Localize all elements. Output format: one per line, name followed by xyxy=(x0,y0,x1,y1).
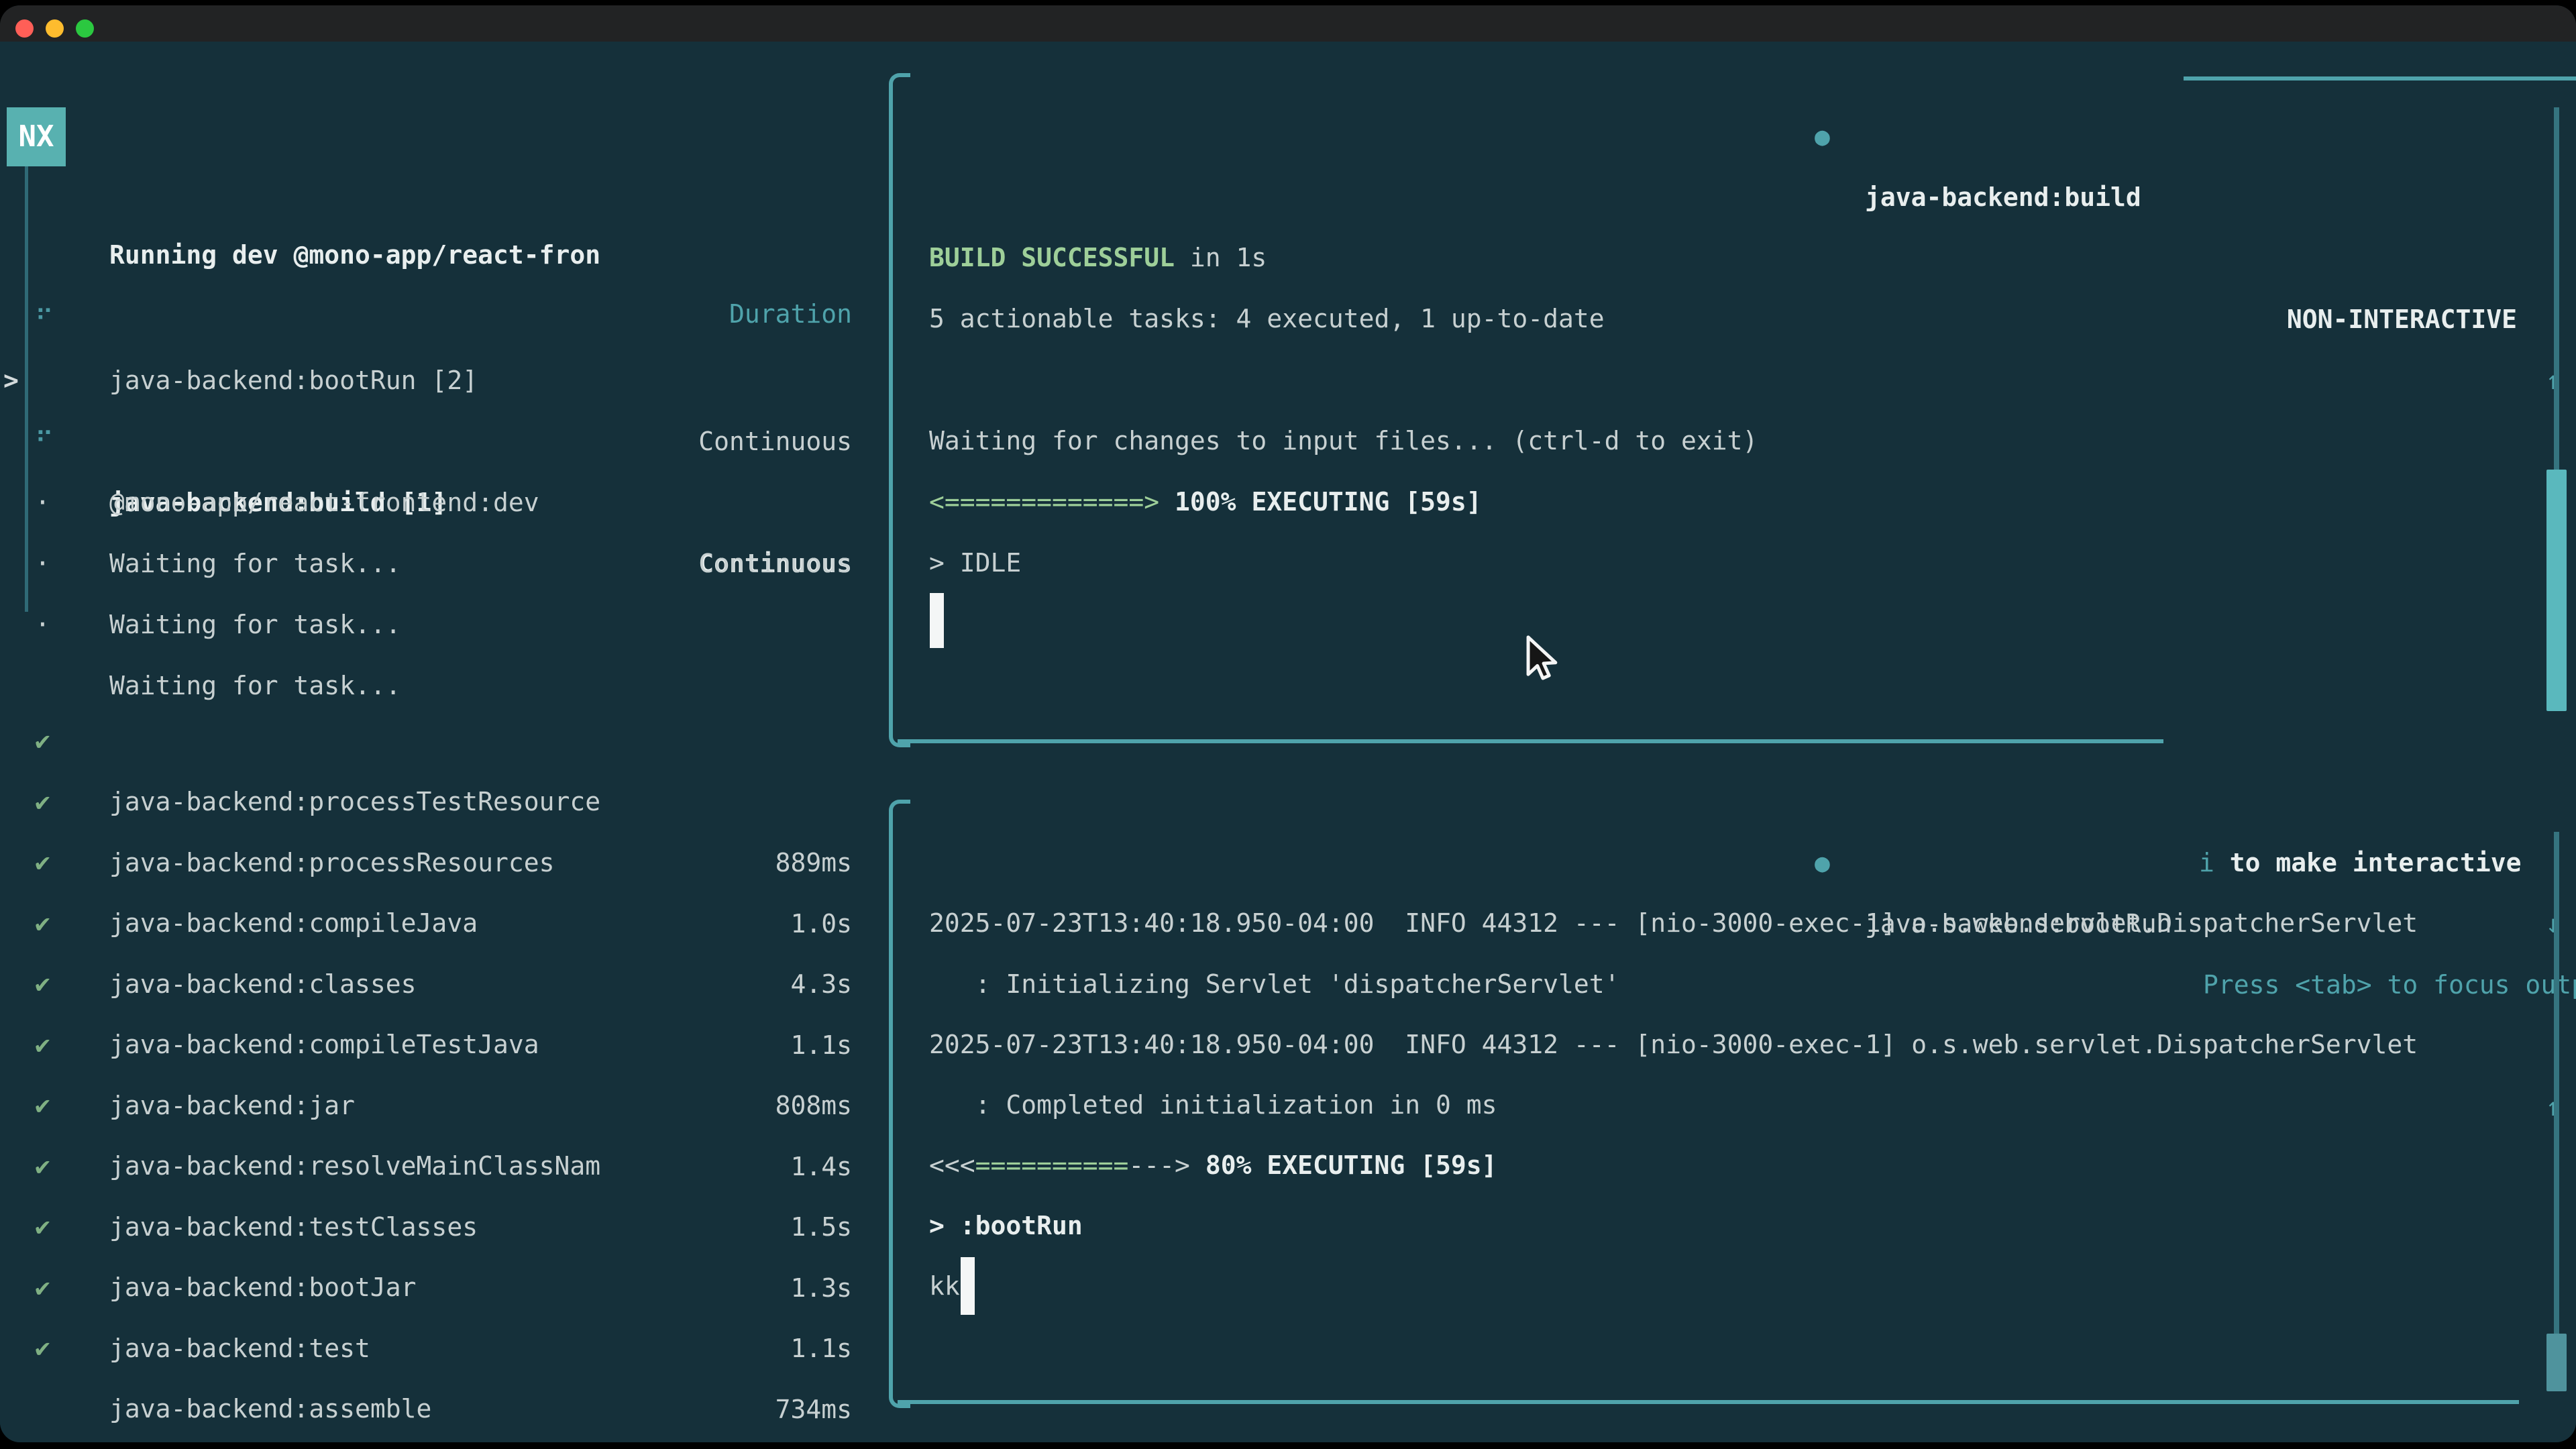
text-cursor xyxy=(961,1257,975,1315)
task-prompt-line: > :bootRun xyxy=(929,1195,1083,1256)
panel-border xyxy=(898,1400,2519,1404)
panel-title: java-backend:build xyxy=(1865,167,2141,228)
panel-footer: i to make interactive ↓ xyxy=(889,710,2576,771)
task-row[interactable]: ⠋ @mono-app/react-frontend:dev Continuou… xyxy=(0,350,885,411)
scroll-down-icon[interactable]: ↓ xyxy=(2538,894,2568,955)
completed-task-row[interactable]: ✔ java-backend:assemble 774ms xyxy=(0,1256,885,1318)
scroll-up-icon[interactable]: ↑ xyxy=(2538,1077,2568,1138)
build-result-line: BUILD SUCCESSFUL in 1s xyxy=(929,227,1267,288)
focus-hint: Press <tab> to focus output xyxy=(2203,955,2576,1016)
completed-task-row[interactable]: ✔ java-backend:compileJava 4.3s xyxy=(0,771,885,832)
log-line: 2025-07-23T13:40:18.950-04:00 INFO 44312… xyxy=(929,1014,2418,1075)
gradle-progress-line: <<<==========---> 80% EXECUTING [59s] xyxy=(929,1135,1497,1196)
progress-prefix: <<< xyxy=(929,1150,975,1180)
panel-footer: ↓ xyxy=(889,1373,2576,1434)
panel-border xyxy=(898,739,2163,743)
log-line: : Initializing Servlet 'dispatcherServle… xyxy=(929,954,1620,1015)
completed-task-row[interactable]: ✔ java-backend:bootJar 1.1s xyxy=(0,1135,885,1196)
completed-task-row[interactable]: ✔ java-backend:jar 1.4s xyxy=(0,953,885,1014)
build-time-text: in 1s xyxy=(1175,243,1267,272)
mouse-cursor-icon xyxy=(1517,633,1564,680)
close-button[interactable] xyxy=(15,19,34,38)
completed-task-row[interactable]: ✔ java-backend:resolveMainClassNam 1.5s xyxy=(0,1014,885,1075)
completed-task-row[interactable]: ✔ java-backend:processResources 1.0s xyxy=(0,710,885,771)
task-row-selected[interactable]: > ⠋ java-backend:build [1] Continuous xyxy=(0,289,885,350)
terminal-window: NX Running dev @mono-app/react-fron Dura… xyxy=(0,5,2576,1442)
mode-badge: NON-INTERACTIVE xyxy=(2287,289,2517,350)
completed-task-row[interactable]: ✔ java-backend:testClasses 1.3s xyxy=(0,1075,885,1136)
interactive-hint: i to make interactive xyxy=(2199,833,2521,894)
progress-label: 100% EXECUTING [59s] xyxy=(1159,487,1481,517)
nx-logo: NX xyxy=(7,107,66,166)
sidebar-footer: ← 1/2 → quit: q help: ? xyxy=(0,1375,885,1436)
completed-task-row[interactable]: ✔ java-backend:processTestResource 889ms xyxy=(0,649,885,710)
gradle-progress-line: <=============> 100% EXECUTING [59s] xyxy=(929,472,1482,533)
build-success-text: BUILD SUCCESSFUL xyxy=(929,243,1175,272)
panel-header[interactable]: ● java-backend:build NON-INTERACTIVE ↑ xyxy=(889,45,2576,106)
completed-task-row[interactable]: ✔ java-backend:compileTestJava 808ms xyxy=(0,892,885,953)
scrollbar-thumb[interactable] xyxy=(2546,470,2567,711)
panel-border xyxy=(2184,76,2576,80)
window-titlebar xyxy=(0,5,2576,42)
scroll-up-icon[interactable]: ↑ xyxy=(2538,350,2568,411)
progress-bar: <=============> xyxy=(929,487,1159,517)
scrollbar-track[interactable] xyxy=(2554,832,2559,1334)
waiting-line: Waiting for changes to input files... (c… xyxy=(929,411,1758,472)
panel-bullet-icon: ● xyxy=(1815,106,1830,167)
terminal-body: NX Running dev @mono-app/react-fron Dura… xyxy=(0,42,2576,1442)
check-icon: ✔ xyxy=(35,1318,50,1379)
log-line: : Completed initialization in 0 ms xyxy=(929,1075,1497,1136)
task-duration: 1.1s xyxy=(790,1318,852,1379)
task-row[interactable]: · Waiting for task... xyxy=(0,472,885,533)
stdin-input-line[interactable]: kk xyxy=(929,1256,960,1317)
text-cursor xyxy=(930,593,944,648)
panel-bullet-icon: ● xyxy=(1815,833,1830,894)
idle-status-line: > IDLE xyxy=(929,533,1021,594)
task-row[interactable]: · Waiting for task... xyxy=(0,411,885,472)
task-row[interactable]: · Waiting for task... xyxy=(0,533,885,594)
tasks-summary-line: 5 actionable tasks: 4 executed, 1 up-to-… xyxy=(929,288,1605,350)
pagination: ← 1/2 → xyxy=(34,1436,141,1442)
pending-dot-icon: · xyxy=(35,594,50,655)
progress-bar: ========== xyxy=(975,1150,1129,1180)
progress-suffix: ---> xyxy=(1128,1150,1190,1180)
completed-task-row[interactable]: ✔ java-backend:classes 1.1s xyxy=(0,832,885,893)
interactive-key: i xyxy=(2199,848,2214,877)
interactive-text: to make interactive xyxy=(2214,848,2522,877)
log-line: 2025-07-23T13:40:18.950-04:00 INFO 44312… xyxy=(929,893,2418,954)
scrollbar-thumb[interactable] xyxy=(2546,1334,2567,1391)
screen: NX Running dev @mono-app/react-fron Dura… xyxy=(0,0,2576,1449)
panel-header[interactable]: ● java-backend:bootRun Press <tab> to fo… xyxy=(889,771,2576,833)
completed-task-row[interactable]: ✔ java-backend:test 734ms xyxy=(0,1196,885,1257)
scrollbar-track[interactable] xyxy=(2554,107,2559,470)
minimize-button[interactable] xyxy=(46,19,64,38)
progress-label: 80% EXECUTING [59s] xyxy=(1190,1150,1497,1180)
task-duration: 774ms xyxy=(775,1440,852,1442)
sidebar-header: NX Running dev @mono-app/react-fron Dura… xyxy=(0,107,885,166)
zoom-button[interactable] xyxy=(76,19,94,38)
task-row[interactable]: ⠋ java-backend:bootRun [2] Continuous xyxy=(0,228,885,289)
